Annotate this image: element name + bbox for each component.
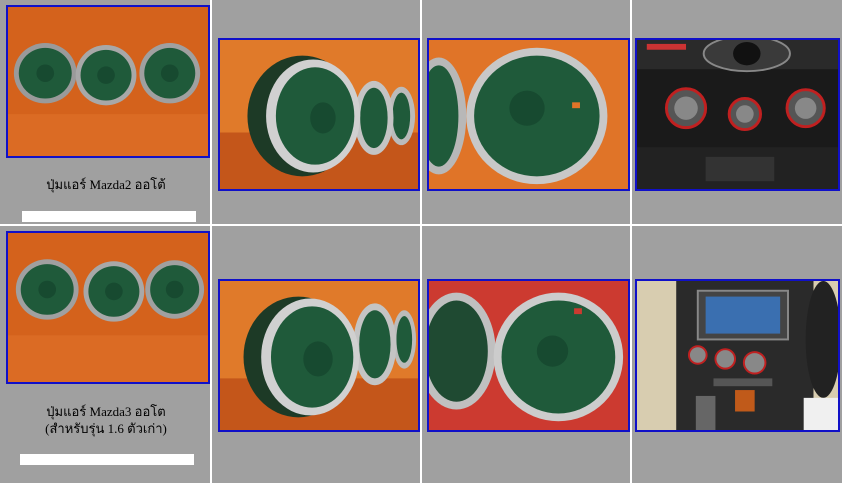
knob-side-angle-image bbox=[220, 281, 418, 430]
dashboard-installed-image bbox=[637, 281, 838, 430]
mazda2-knob-closeup-thumbnail[interactable] bbox=[427, 38, 630, 191]
knob-closeup-image bbox=[429, 281, 628, 430]
three-knobs-image bbox=[8, 233, 208, 382]
gallery-cell-r2c3 bbox=[422, 226, 632, 485]
gallery-cell-r2c2 bbox=[212, 226, 422, 485]
gallery-cell-r1c2 bbox=[212, 0, 422, 226]
mazda2-knob-side-thumbnail[interactable] bbox=[218, 38, 420, 191]
mazda3-knob-closeup-thumbnail[interactable] bbox=[427, 279, 630, 432]
gallery-cell-r1c1: ปุ่มแอร์ Mazda2 ออโต้ bbox=[0, 0, 212, 226]
mazda3-three-knobs-thumbnail[interactable] bbox=[6, 231, 210, 384]
mazda2-three-knobs-thumbnail[interactable] bbox=[6, 5, 210, 158]
gallery-cell-r2c1: ปุ่มแอร์ Mazda3 ออโต (สำหรับรุ่น 1.6 ตัว… bbox=[0, 226, 212, 485]
mazda2-product-title: ปุ่มแอร์ Mazda2 ออโต้ bbox=[46, 177, 166, 192]
redacted-price-text bbox=[20, 454, 194, 465]
redacted-price-text bbox=[22, 211, 196, 222]
mazda3-product-title: ปุ่มแอร์ Mazda3 ออโต bbox=[46, 404, 166, 419]
mazda3-knob-side-thumbnail[interactable] bbox=[218, 279, 420, 432]
dashboard-installed-image bbox=[637, 40, 838, 189]
product-gallery-table: ปุ่มแอร์ Mazda2 ออโต้ ปุ่มแอร์ Mazda3 ออ… bbox=[0, 0, 844, 485]
knob-side-angle-image bbox=[220, 40, 418, 189]
mazda3-product-subtitle: (สำหรับรุ่น 1.6 ตัวเก่า) bbox=[45, 421, 167, 436]
gallery-cell-r1c3 bbox=[422, 0, 632, 226]
gallery-cell-r2c4 bbox=[632, 226, 844, 485]
gallery-cell-r1c4 bbox=[632, 0, 844, 226]
mazda3-dashboard-thumbnail[interactable] bbox=[635, 279, 840, 432]
three-knobs-image bbox=[8, 7, 208, 156]
knob-closeup-image bbox=[429, 40, 628, 189]
mazda2-dashboard-thumbnail[interactable] bbox=[635, 38, 840, 191]
